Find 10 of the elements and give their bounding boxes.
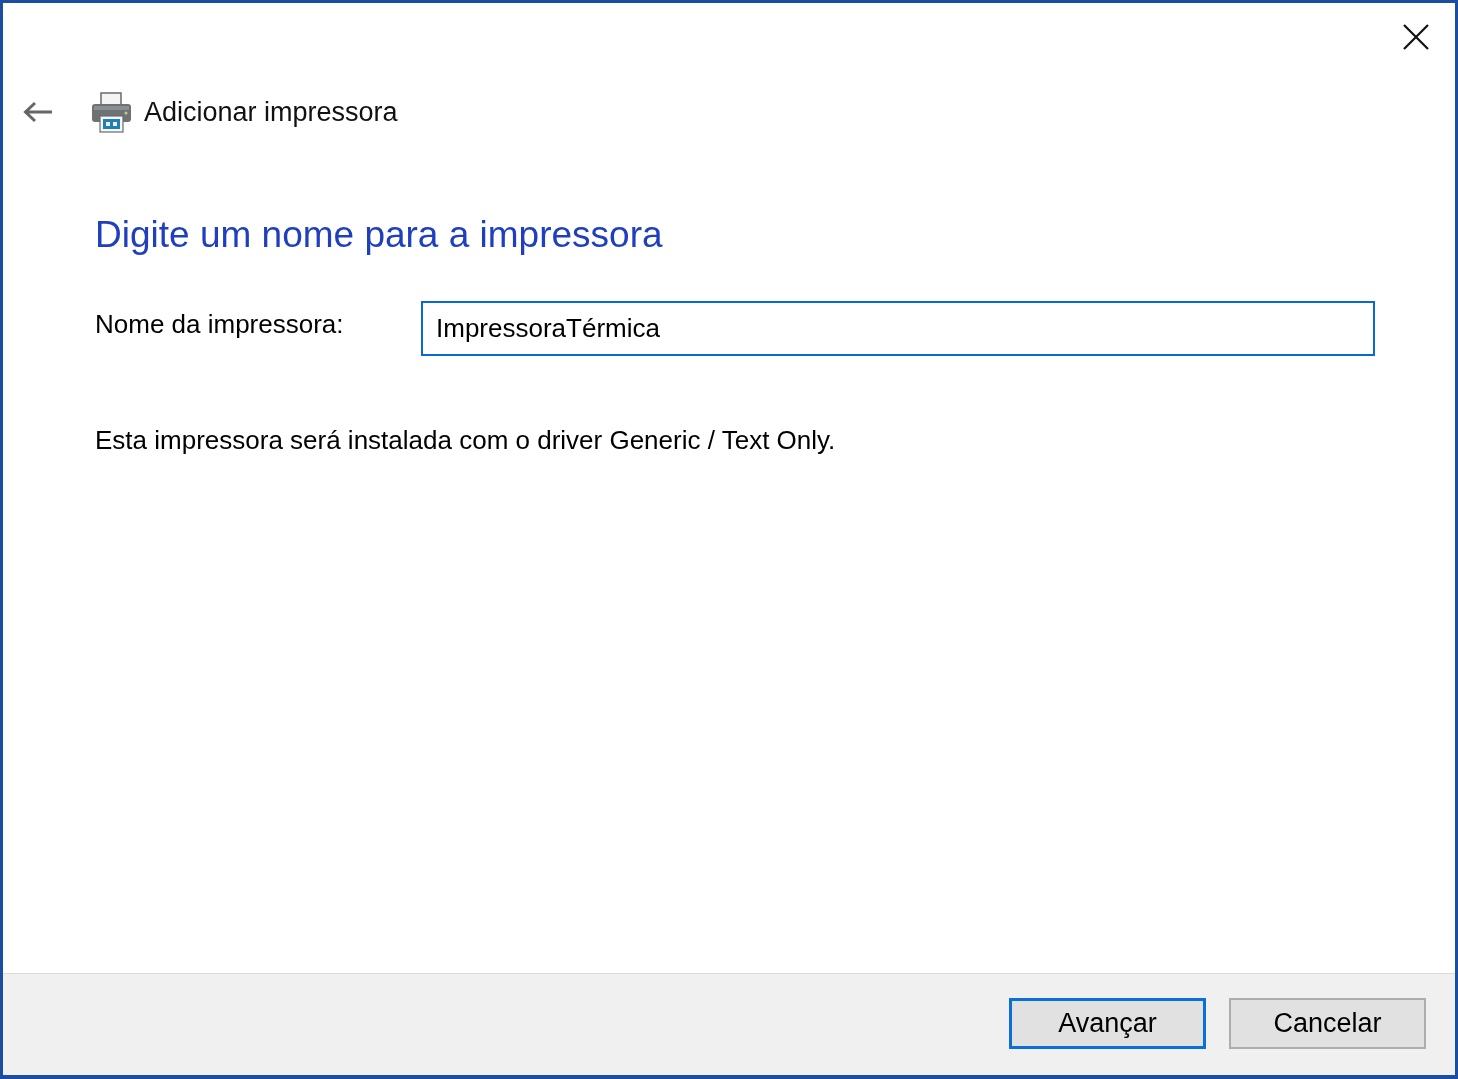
close-icon	[1403, 24, 1429, 50]
field-label: Nome da impressora:	[95, 309, 345, 340]
window-title: Adicionar impressora	[144, 96, 398, 128]
printer-name-field[interactable]: ImpressoraTérmica	[421, 301, 1375, 356]
cancel-button[interactable]: Cancelar	[1229, 998, 1426, 1049]
next-button[interactable]: Avançar	[1009, 998, 1206, 1049]
driver-info-text: Esta impressora será instalada com o driver Generic / Text Only.	[95, 424, 837, 457]
printer-icon	[91, 91, 132, 133]
arrow-left-icon	[23, 101, 53, 123]
page-heading: Digite um nome para a impressora	[95, 213, 664, 257]
